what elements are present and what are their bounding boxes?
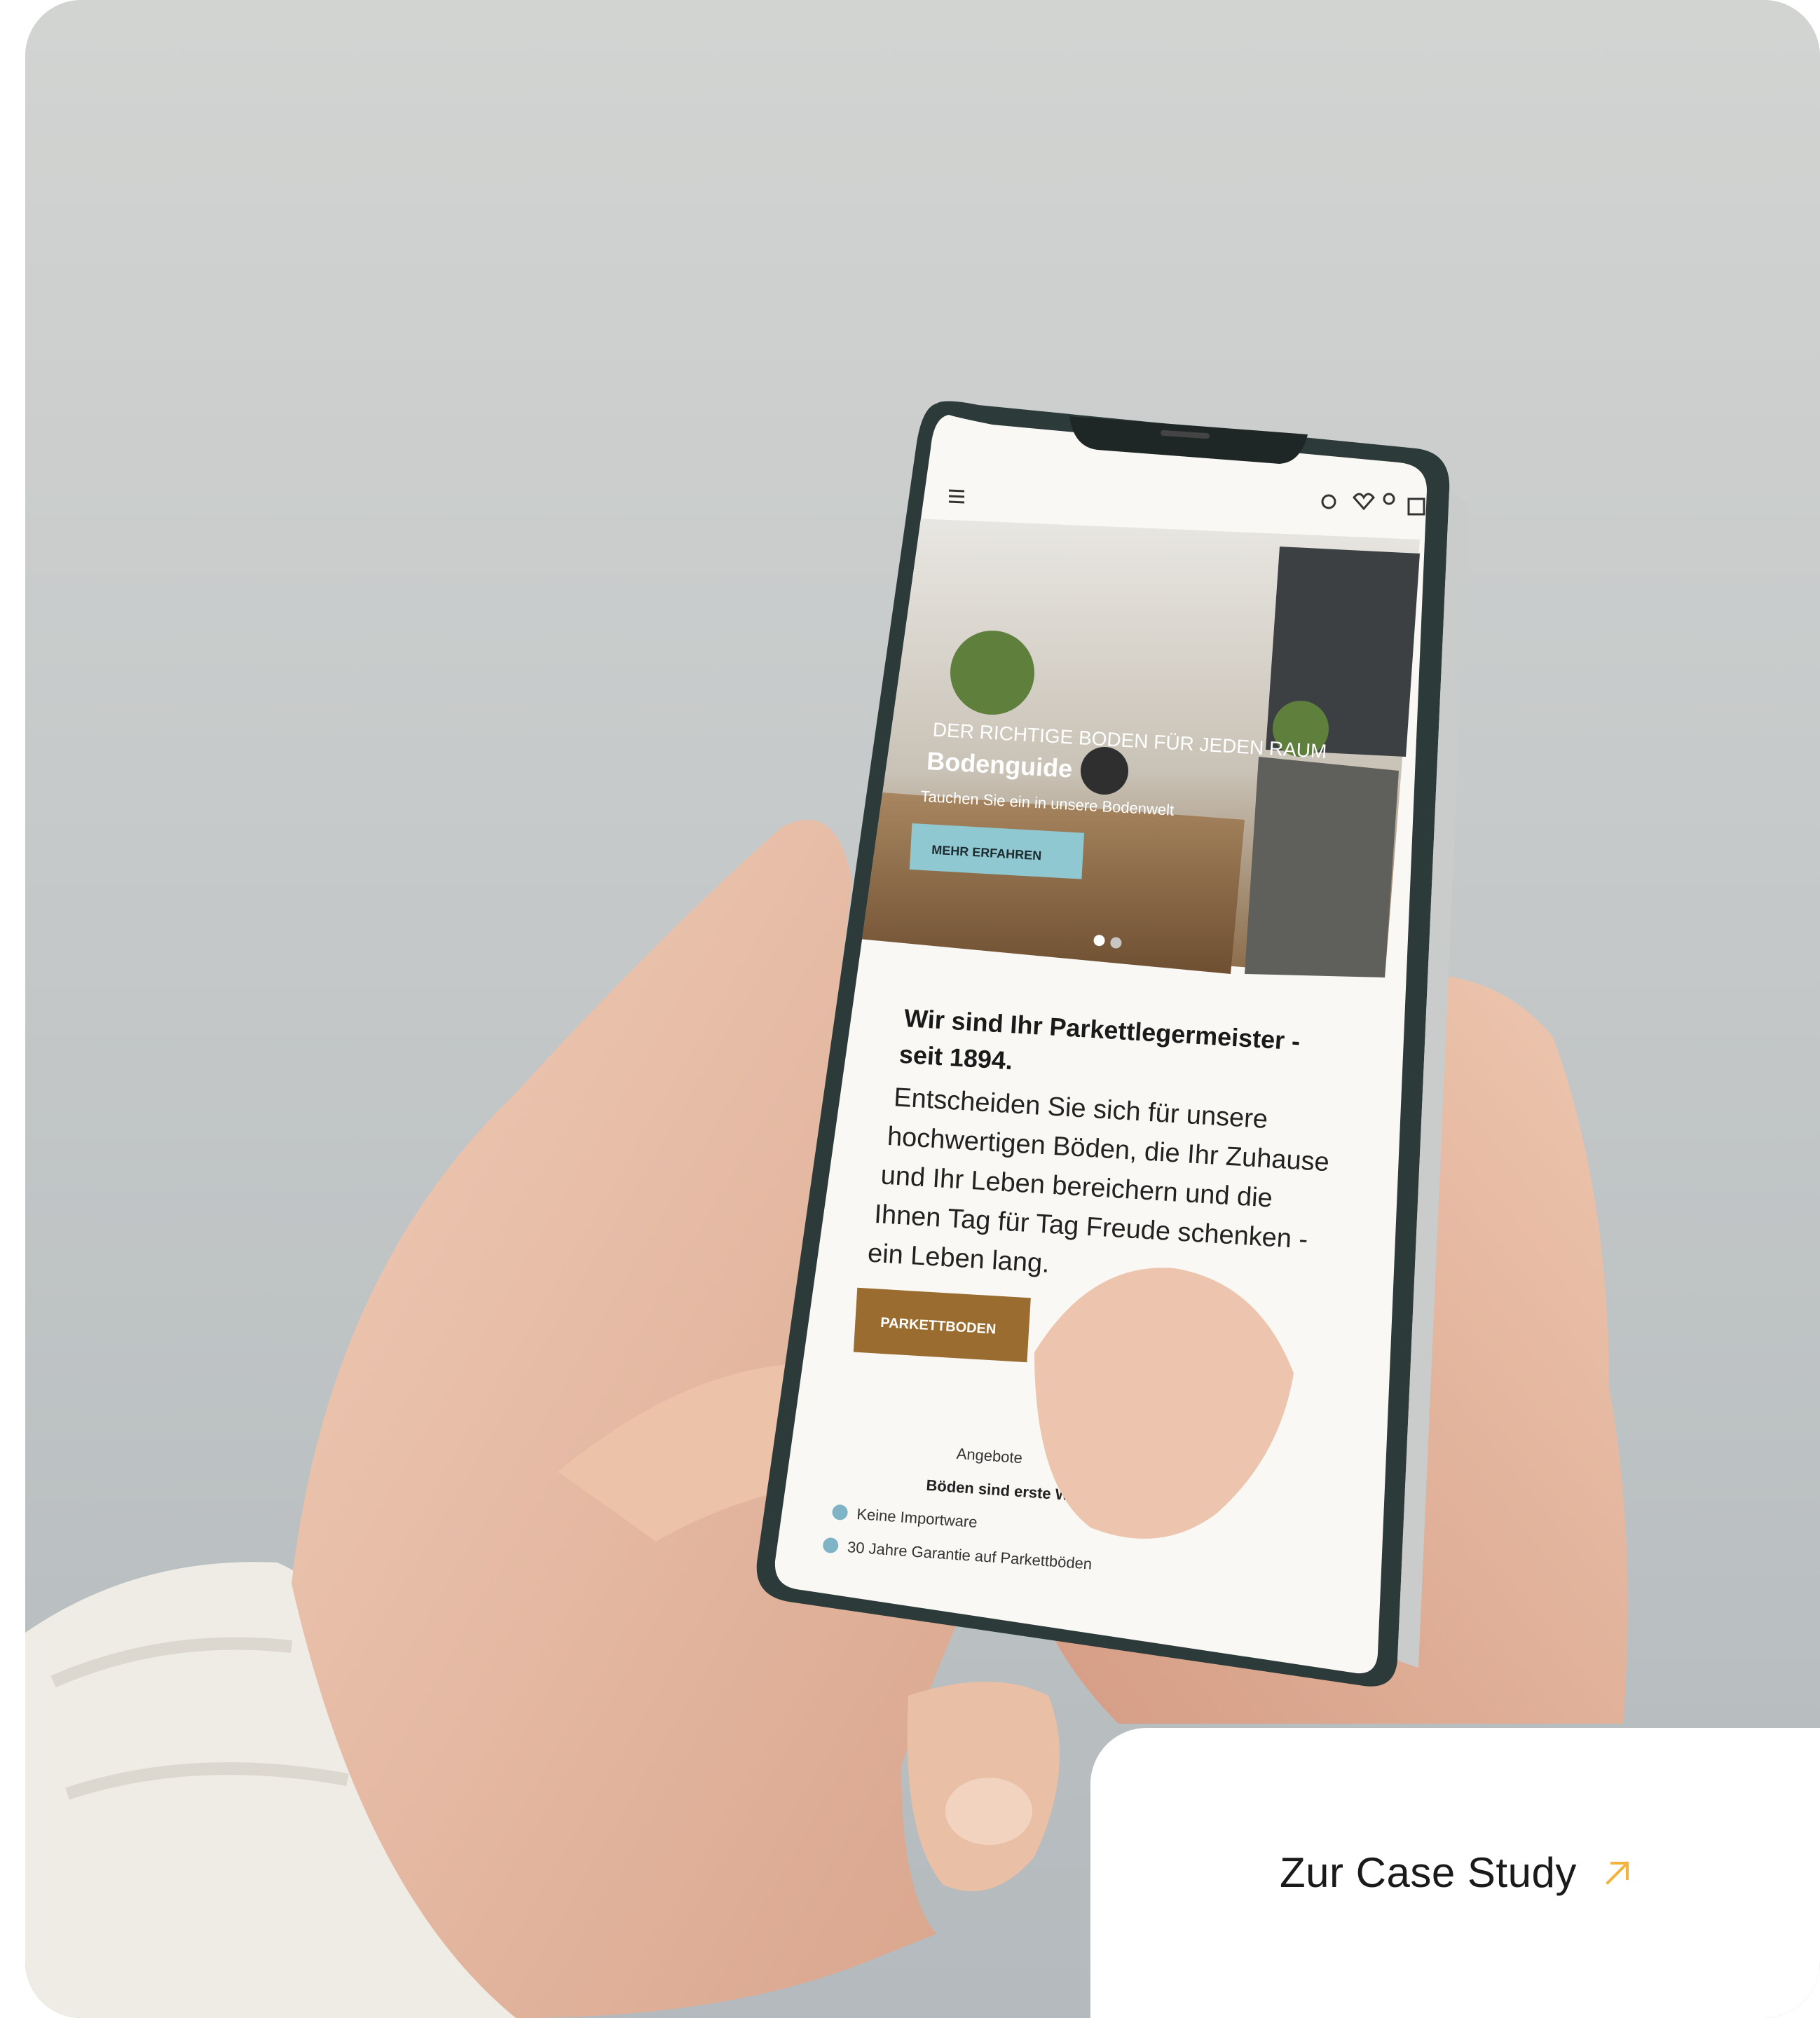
phone-photo: DER RICHTIGE BODEN FÜR JEDEN RAUM Bodeng… — [25, 0, 1820, 2018]
hero-image-card: DER RICHTIGE BODEN FÜR JEDEN RAUM Bodeng… — [25, 0, 1820, 2018]
arrow-up-right-icon — [1606, 1860, 1629, 1885]
case-study-label: Zur Case Study — [1280, 1849, 1577, 1896]
case-study-link[interactable]: Zur Case Study — [1280, 1848, 1633, 1897]
fingernail — [945, 1778, 1032, 1845]
